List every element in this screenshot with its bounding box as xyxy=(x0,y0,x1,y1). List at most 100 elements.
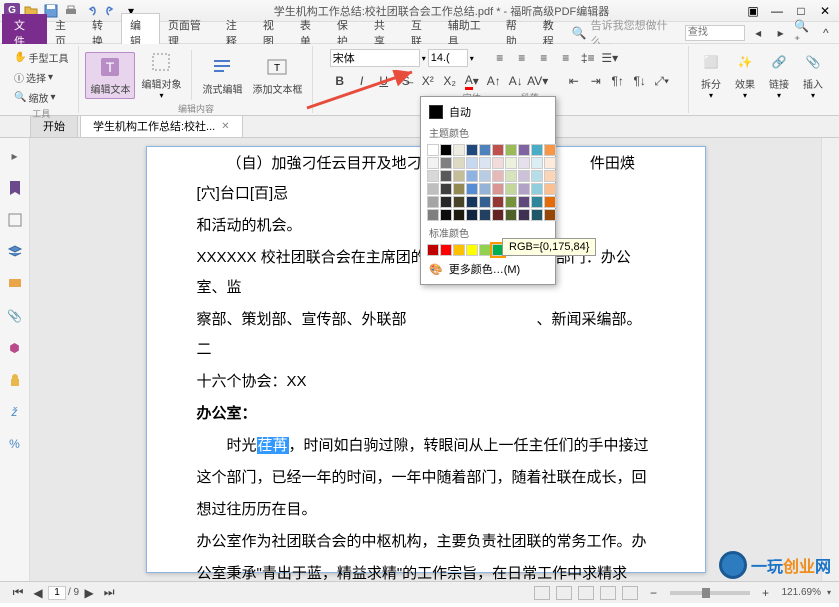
view-single-icon[interactable] xyxy=(534,586,550,600)
stamps-icon[interactable]: ⬢ xyxy=(5,338,25,358)
align-center-icon[interactable]: ≡ xyxy=(512,48,532,68)
outdent-icon[interactable]: ⇤ xyxy=(564,71,584,91)
para-after-icon[interactable]: ¶↓ xyxy=(630,71,650,91)
sidebar-toggle-icon[interactable]: ▸ xyxy=(5,146,25,166)
color-swatch[interactable] xyxy=(479,209,491,221)
hand-tool-button[interactable]: ✋手型工具 xyxy=(10,48,72,67)
vertical-scrollbar[interactable] xyxy=(821,138,839,581)
bold-button[interactable]: B xyxy=(330,71,350,91)
color-swatch[interactable] xyxy=(453,196,465,208)
split-button[interactable]: ⬜拆分▾ xyxy=(695,48,727,102)
attachments-icon[interactable]: 📎 xyxy=(5,306,25,326)
edit-text-button[interactable]: T 编辑文本 xyxy=(85,52,135,99)
color-swatch[interactable] xyxy=(544,196,556,208)
color-swatch[interactable] xyxy=(453,183,465,195)
color-swatch[interactable] xyxy=(505,144,517,156)
layers-icon[interactable] xyxy=(5,242,25,262)
view-reflow-icon[interactable] xyxy=(622,586,638,600)
color-swatch[interactable] xyxy=(492,144,504,156)
color-swatch[interactable] xyxy=(518,183,530,195)
color-swatch[interactable] xyxy=(479,144,491,156)
selected-text[interactable]: 荏苒 xyxy=(257,437,289,454)
prev-page-icon[interactable]: ◀ xyxy=(28,583,48,603)
color-swatch[interactable] xyxy=(453,170,465,182)
effect-button[interactable]: ✨效果▾ xyxy=(729,48,761,102)
align-left-icon[interactable]: ≡ xyxy=(490,48,510,68)
color-swatch[interactable] xyxy=(531,196,543,208)
color-swatch[interactable] xyxy=(440,209,452,221)
color-swatch[interactable] xyxy=(466,196,478,208)
color-swatch[interactable] xyxy=(466,144,478,156)
last-page-icon[interactable]: ⏭ xyxy=(99,583,119,603)
color-swatch[interactable] xyxy=(531,170,543,182)
list-bullet-icon[interactable]: ☰▾ xyxy=(600,48,620,68)
color-swatch[interactable] xyxy=(492,209,504,221)
color-swatch[interactable] xyxy=(427,144,439,156)
underline-button[interactable]: U xyxy=(374,71,394,91)
color-swatch[interactable] xyxy=(479,170,491,182)
select-tool-button[interactable]: Ⓘ选择▾ xyxy=(10,68,72,87)
view-continuous-facing-icon[interactable] xyxy=(600,586,616,600)
color-swatch[interactable] xyxy=(453,144,465,156)
color-swatch[interactable] xyxy=(505,183,517,195)
insert-button[interactable]: 📎插入▾ xyxy=(797,48,829,102)
view-continuous-icon[interactable] xyxy=(556,586,572,600)
find-prev-icon[interactable]: ◂ xyxy=(749,23,768,43)
next-page-icon[interactable]: ▶ xyxy=(79,583,99,603)
color-swatch[interactable] xyxy=(531,144,543,156)
color-swatch[interactable] xyxy=(505,209,517,221)
superscript-button[interactable]: X² xyxy=(418,71,438,91)
text-direction-icon[interactable]: ⤢▾ xyxy=(652,71,672,91)
color-swatch[interactable] xyxy=(544,157,556,169)
grow-font-icon[interactable]: A↑ xyxy=(484,71,504,91)
color-swatch[interactable] xyxy=(427,244,439,256)
color-swatch[interactable] xyxy=(531,157,543,169)
strikethrough-button[interactable]: S̶ xyxy=(396,71,416,91)
zoom-out-icon[interactable]: − xyxy=(644,583,664,603)
color-swatch[interactable] xyxy=(479,157,491,169)
subscript-button[interactable]: X₂ xyxy=(440,71,460,91)
zoom-slider[interactable] xyxy=(670,591,750,595)
color-swatch[interactable] xyxy=(531,209,543,221)
zoom-value[interactable]: 121.69% xyxy=(782,587,821,598)
italic-button[interactable]: I xyxy=(352,71,372,91)
color-swatch[interactable] xyxy=(492,170,504,182)
color-swatch[interactable] xyxy=(427,183,439,195)
align-justify-icon[interactable]: ≡ xyxy=(556,48,576,68)
tab-document[interactable]: 学生机构工作总结:校社...✕ xyxy=(80,114,243,137)
color-swatch[interactable] xyxy=(466,244,478,256)
color-swatch[interactable] xyxy=(440,183,452,195)
tags-icon[interactable]: % xyxy=(5,434,25,454)
color-swatch[interactable] xyxy=(427,157,439,169)
color-swatch[interactable] xyxy=(427,170,439,182)
add-textbox-button[interactable]: T 添加文本框 xyxy=(248,53,306,98)
color-swatch[interactable] xyxy=(518,196,530,208)
color-swatch[interactable] xyxy=(453,209,465,221)
close-tab-icon[interactable]: ✕ xyxy=(221,121,229,132)
first-page-icon[interactable]: ⏮ xyxy=(8,583,28,603)
streaming-edit-button[interactable]: 流式编辑 xyxy=(198,53,246,98)
color-swatch[interactable] xyxy=(518,209,530,221)
color-swatch[interactable] xyxy=(440,170,452,182)
color-swatch[interactable] xyxy=(505,157,517,169)
color-swatch[interactable] xyxy=(518,157,530,169)
color-swatch[interactable] xyxy=(479,196,491,208)
para-before-icon[interactable]: ¶↑ xyxy=(608,71,628,91)
color-swatch[interactable] xyxy=(466,183,478,195)
comments-icon[interactable] xyxy=(5,274,25,294)
zoom-tool-button[interactable]: 🔍缩放▾ xyxy=(10,88,72,107)
color-swatch[interactable] xyxy=(466,209,478,221)
indent-icon[interactable]: ⇥ xyxy=(586,71,606,91)
color-swatch[interactable] xyxy=(544,209,556,221)
color-swatch[interactable] xyxy=(427,209,439,221)
pages-panel-icon[interactable] xyxy=(5,210,25,230)
color-swatch[interactable] xyxy=(544,144,556,156)
bookmarks-icon[interactable] xyxy=(5,178,25,198)
color-swatch[interactable] xyxy=(440,157,452,169)
color-swatch[interactable] xyxy=(466,157,478,169)
advanced-search-icon[interactable]: 🔍⁺ xyxy=(794,23,813,43)
find-next-icon[interactable]: ▸ xyxy=(771,23,790,43)
font-size-combo[interactable] xyxy=(428,49,468,67)
color-swatch[interactable] xyxy=(544,170,556,182)
color-swatch[interactable] xyxy=(505,170,517,182)
